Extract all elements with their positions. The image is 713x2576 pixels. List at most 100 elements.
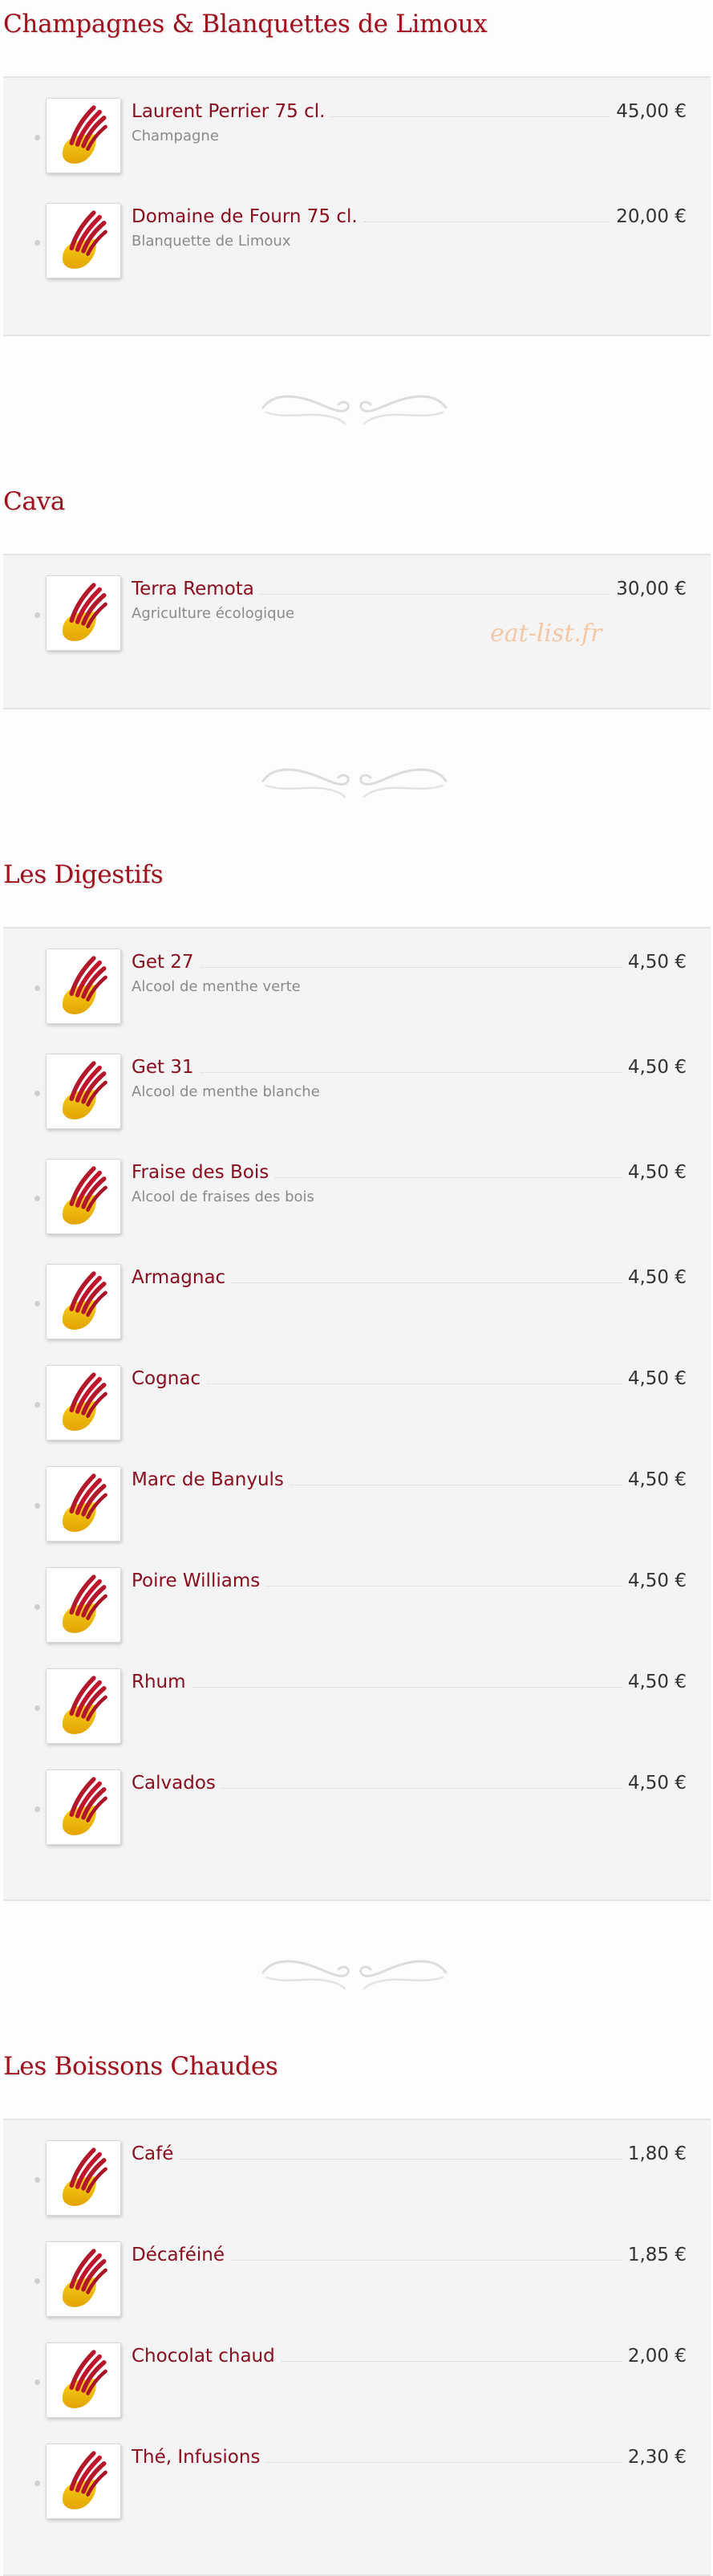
dish-thumbnail-icon[interactable] — [46, 575, 121, 651]
dotted-leader — [207, 1374, 622, 1384]
bullet — [34, 1806, 40, 1812]
menu-panel-champagnes: Laurent Perrier 75 cl. 45,00 € Champagne… — [3, 76, 711, 336]
dish-thumbnail-icon[interactable] — [46, 1054, 121, 1129]
bullet — [34, 612, 40, 618]
item-name-row: Décaféiné 1,85 € — [132, 2241, 687, 2269]
menu-panel-cava: Terra Remota 30,00 € Agriculture écologi… — [3, 554, 711, 709]
dish-thumbnail-icon[interactable] — [46, 98, 121, 173]
dotted-leader — [200, 1062, 622, 1073]
menu-item[interactable]: Rhum 4,50 € — [3, 1668, 711, 1749]
bullet — [34, 1503, 40, 1509]
dish-thumbnail-icon[interactable] — [46, 1668, 121, 1744]
section-title-boissons-chaudes: Les Boissons Chaudes — [3, 2052, 278, 2081]
item-price: 4,50 € — [627, 1057, 687, 1078]
dish-thumbnail-icon[interactable] — [46, 1466, 121, 1542]
item-name: Rhum — [132, 1672, 186, 1692]
dish-thumbnail-icon[interactable] — [46, 203, 121, 278]
item-price: 1,85 € — [627, 2245, 687, 2265]
item-description: Blanquette de Limoux — [132, 233, 291, 250]
item-name-row: Get 31 4,50 € — [132, 1054, 687, 1081]
dotted-leader — [281, 2351, 622, 2362]
item-name-row: Calvados 4,50 € — [132, 1769, 687, 1797]
menu-item[interactable]: Get 27 4,50 € Alcool de menthe verte — [3, 949, 711, 1029]
bullet — [34, 1604, 40, 1610]
menu-item[interactable]: Chocolat chaud 2,00 € — [3, 2342, 711, 2423]
dish-thumbnail-icon[interactable] — [46, 949, 121, 1024]
dotted-leader — [275, 1168, 622, 1178]
item-price: 45,00 € — [616, 101, 687, 122]
dotted-leader — [331, 107, 610, 117]
menu-item[interactable]: Get 31 4,50 € Alcool de menthe blanche — [3, 1054, 711, 1134]
section-title-champagnes: Champagnes & Blanquettes de Limoux — [3, 10, 488, 39]
section-title-cava: Cava — [3, 487, 65, 516]
item-description: Agriculture écologique — [132, 605, 295, 622]
item-name: Café — [132, 2143, 174, 2164]
item-name-row: Marc de Banyuls 4,50 € — [132, 1466, 687, 1493]
dotted-leader — [232, 1273, 622, 1283]
bullet — [34, 240, 40, 246]
dotted-leader — [200, 957, 622, 968]
item-name-row: Rhum 4,50 € — [132, 1668, 687, 1696]
menu-item[interactable]: Décaféiné 1,85 € — [3, 2241, 711, 2322]
item-name: Calvados — [132, 1773, 216, 1794]
dish-thumbnail-icon[interactable] — [46, 1264, 121, 1339]
item-price: 4,50 € — [627, 1267, 687, 1288]
menu-item[interactable]: Café 1,80 € — [3, 2140, 711, 2220]
item-name: Laurent Perrier 75 cl. — [132, 101, 326, 122]
dotted-leader — [230, 2250, 622, 2261]
menu-item[interactable]: Fraise des Bois 4,50 € Alcool de fraises… — [3, 1159, 711, 1239]
dish-thumbnail-icon[interactable] — [46, 2342, 121, 2418]
dish-thumbnail-icon[interactable] — [46, 2241, 121, 2317]
item-price: 2,00 € — [627, 2346, 687, 2367]
dish-thumbnail-icon[interactable] — [46, 1769, 121, 1845]
item-price: 4,50 € — [627, 1469, 687, 1490]
ornament-divider — [0, 1901, 713, 2042]
item-name: Terra Remota — [132, 579, 254, 599]
dish-thumbnail-icon[interactable] — [46, 2140, 121, 2216]
item-name-row: Café 1,80 € — [132, 2140, 687, 2168]
item-name-row: Laurent Perrier 75 cl. 45,00 € — [132, 98, 687, 125]
item-name: Cognac — [132, 1368, 201, 1389]
item-price: 4,50 € — [627, 1162, 687, 1183]
item-name-row: Domaine de Fourn 75 cl. 20,00 € — [132, 203, 687, 230]
bullet — [34, 1091, 40, 1096]
dish-thumbnail-icon[interactable] — [46, 1567, 121, 1643]
item-price: 1,80 € — [627, 2143, 687, 2164]
dotted-leader — [290, 1475, 622, 1485]
dotted-leader — [180, 2149, 622, 2160]
item-price: 4,50 € — [627, 1672, 687, 1692]
bullet — [34, 1301, 40, 1306]
bullet — [34, 985, 40, 991]
dish-thumbnail-icon[interactable] — [46, 1159, 121, 1234]
item-price: 4,50 € — [627, 952, 687, 973]
bullet — [34, 1705, 40, 1711]
item-description: Champagne — [132, 128, 219, 144]
dish-thumbnail-icon[interactable] — [46, 1365, 121, 1440]
dish-thumbnail-icon[interactable] — [46, 2444, 121, 2519]
menu-item[interactable]: Domaine de Fourn 75 cl. 20,00 € Blanquet… — [3, 203, 711, 283]
menu-item[interactable]: Calvados 4,50 € — [3, 1769, 711, 1850]
menu-item[interactable]: Poire Williams 4,50 € — [3, 1567, 711, 1648]
bullet — [34, 1402, 40, 1408]
item-description: Alcool de menthe blanche — [132, 1083, 320, 1100]
item-price: 4,50 € — [627, 1570, 687, 1591]
bullet — [34, 135, 40, 140]
item-price: 4,50 € — [627, 1773, 687, 1794]
item-price: 30,00 € — [616, 579, 687, 599]
bullet — [34, 2379, 40, 2385]
item-name: Thé, Infusions — [132, 2447, 261, 2468]
watermark: eat-list.fr — [490, 620, 602, 648]
menu-item[interactable]: Laurent Perrier 75 cl. 45,00 € Champagne — [3, 98, 711, 178]
item-price: 4,50 € — [627, 1368, 687, 1389]
item-name: Fraise des Bois — [132, 1162, 269, 1183]
menu-item[interactable]: Thé, Infusions 2,30 € — [3, 2444, 711, 2524]
item-name-row: Armagnac 4,50 € — [132, 1264, 687, 1291]
menu-item[interactable]: Armagnac 4,50 € — [3, 1264, 711, 1344]
menu-item[interactable]: Marc de Banyuls 4,50 € — [3, 1466, 711, 1546]
section-title-digestifs: Les Digestifs — [3, 860, 164, 889]
menu-item[interactable]: Terra Remota 30,00 € Agriculture écologi… — [3, 575, 711, 656]
item-price: 2,30 € — [627, 2447, 687, 2468]
item-name: Get 31 — [132, 1057, 194, 1078]
item-name: Poire Williams — [132, 1570, 261, 1591]
menu-item[interactable]: Cognac 4,50 € — [3, 1365, 711, 1445]
